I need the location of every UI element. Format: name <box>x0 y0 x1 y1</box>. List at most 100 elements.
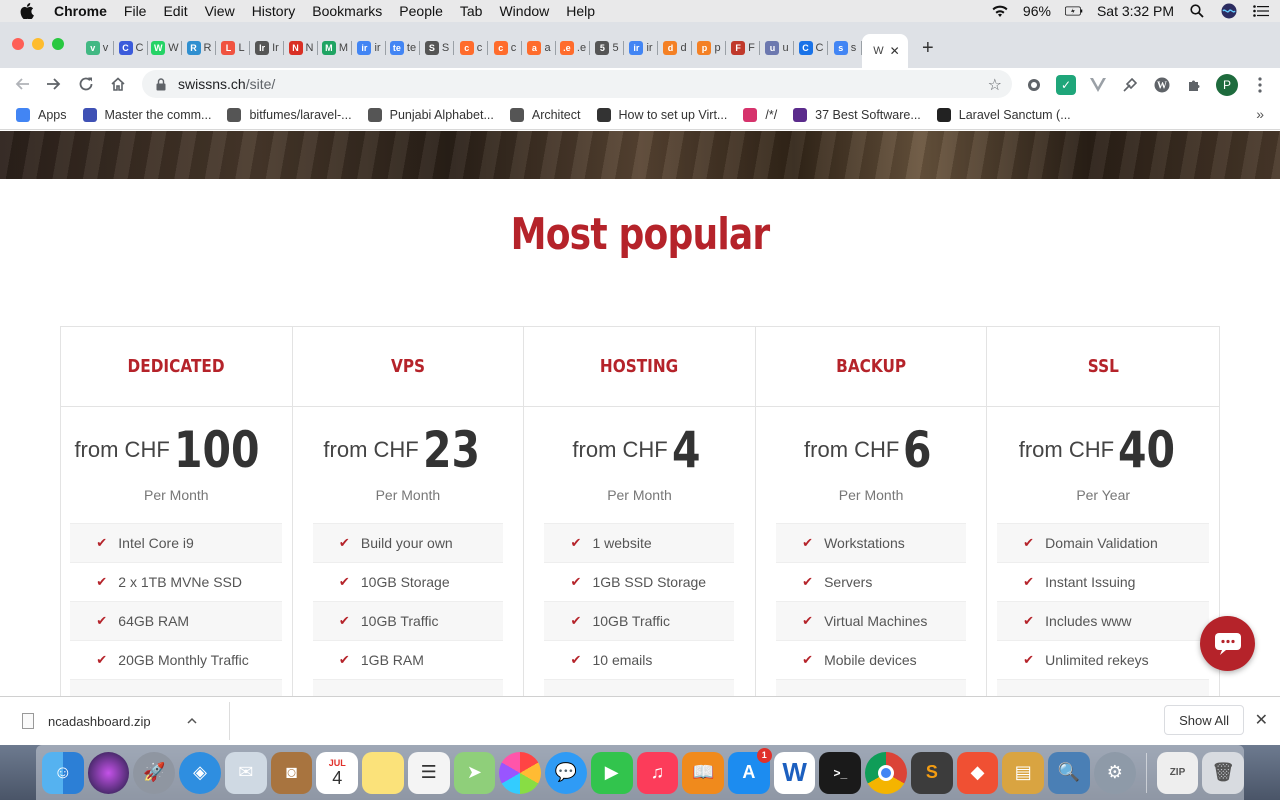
launchpad-icon[interactable]: 🚀 <box>133 751 176 794</box>
music-icon[interactable]: ♫ <box>636 751 679 794</box>
browser-tab[interactable]: pp <box>692 34 726 62</box>
reminders-icon[interactable]: ☰ <box>407 751 450 794</box>
lock-icon[interactable] <box>156 77 168 91</box>
extension-vue-devtools-icon[interactable] <box>1088 75 1108 95</box>
show-all-downloads-button[interactable]: Show All <box>1164 705 1244 735</box>
bookmark-item[interactable]: /*/ <box>743 107 777 122</box>
photos-icon[interactable] <box>499 751 542 794</box>
reload-button[interactable] <box>76 74 96 94</box>
menu-file[interactable]: File <box>124 3 147 19</box>
plan-name[interactable]: HOSTING <box>524 327 755 407</box>
chrome-dock-icon[interactable] <box>865 751 907 794</box>
browser-tab[interactable]: MM <box>318 34 352 62</box>
git-client-icon[interactable]: ◆ <box>956 751 999 794</box>
bookmark-item[interactable]: Punjabi Alphabet... <box>367 107 494 122</box>
books-icon[interactable]: 📖 <box>682 751 725 794</box>
mail-bird-icon[interactable]: ✉ <box>224 751 267 794</box>
browser-tab[interactable]: cc <box>488 34 522 62</box>
battery-icon[interactable] <box>1064 3 1083 19</box>
word-icon[interactable]: W <box>773 751 816 794</box>
siri-dock-icon[interactable] <box>87 751 130 794</box>
app-store-icon[interactable]: A1 <box>728 747 772 794</box>
browser-tab[interactable]: LL <box>216 34 250 62</box>
new-tab-button[interactable]: + <box>922 37 934 60</box>
apple-menu-icon[interactable] <box>20 3 36 19</box>
menu-help[interactable]: Help <box>566 3 595 19</box>
download-options-chevron-icon[interactable] <box>187 714 197 728</box>
browser-tab[interactable]: RR <box>182 34 216 62</box>
browser-tab[interactable]: ir ir <box>352 34 386 62</box>
browser-tab[interactable]: dd <box>658 34 692 62</box>
extension-eye-icon[interactable] <box>1024 75 1044 95</box>
download-item[interactable]: ncadashboard.zip <box>22 702 230 740</box>
extensions-puzzle-icon[interactable] <box>1184 75 1204 95</box>
chat-widget-button[interactable] <box>1200 616 1255 671</box>
plan-name[interactable]: BACKUP <box>755 327 987 407</box>
bookmarks-overflow-icon[interactable]: » <box>1256 106 1264 122</box>
clock[interactable]: Sat 3:32 PM <box>1097 3 1174 19</box>
browser-tab[interactable]: FF <box>726 34 760 62</box>
contacts-icon[interactable]: ◙ <box>270 751 313 794</box>
browser-tab[interactable]: Ir Ir <box>250 34 284 62</box>
chrome-menu-icon[interactable] <box>1250 75 1270 95</box>
menu-tab[interactable]: Tab <box>460 3 483 19</box>
menu-edit[interactable]: Edit <box>163 3 187 19</box>
forward-button[interactable] <box>44 74 64 94</box>
back-button[interactable] <box>12 74 32 94</box>
extension-wordpress-icon[interactable]: W <box>1152 75 1172 95</box>
siri-icon[interactable] <box>1220 3 1238 19</box>
close-tab-icon[interactable]: ✕ <box>890 44 900 58</box>
browser-tab[interactable]: NN <box>284 34 318 62</box>
bookmark-item[interactable]: 37 Best Software... <box>793 107 921 122</box>
trash-icon[interactable]: 🗑 <box>1202 751 1245 794</box>
bookmark-item[interactable]: How to set up Virt... <box>596 107 727 122</box>
menu-history[interactable]: History <box>252 3 296 19</box>
close-downloads-bar-icon[interactable]: ✕ <box>1255 710 1268 730</box>
browser-tab[interactable]: .e .e <box>556 34 590 62</box>
browser-tab[interactable]: CC <box>114 34 148 62</box>
close-window-button[interactable] <box>12 38 24 50</box>
zoom-window-button[interactable] <box>52 38 64 50</box>
browser-tab[interactable]: cc <box>454 34 488 62</box>
active-browser-tab[interactable]: W ✕ <box>862 34 908 68</box>
menu-people[interactable]: People <box>399 3 443 19</box>
notification-center-icon[interactable] <box>1252 3 1270 19</box>
bookmark-star-icon[interactable]: ☆ <box>988 75 1002 95</box>
home-button[interactable] <box>108 74 128 94</box>
browser-tab[interactable]: te te <box>386 34 420 62</box>
calendar-icon[interactable]: JUL 4 <box>316 751 359 794</box>
menu-app-name[interactable]: Chrome <box>54 3 107 19</box>
browser-tab[interactable]: ss <box>828 34 862 62</box>
terminal-icon[interactable]: >_ <box>819 751 862 794</box>
safari-icon[interactable]: ◈ <box>179 751 221 794</box>
plan-name[interactable]: SSL <box>987 327 1219 407</box>
plan-name[interactable]: DEDICATED <box>61 327 292 407</box>
spotlight-search-icon[interactable] <box>1188 3 1206 19</box>
browser-tab[interactable]: aa <box>522 34 556 62</box>
browser-tab[interactable]: vv <box>80 34 114 62</box>
minimize-window-button[interactable] <box>32 38 44 50</box>
bookmark-item[interactable]: bitfumes/laravel-... <box>227 107 352 122</box>
plan-name[interactable]: VPS <box>292 327 524 407</box>
bookmark-item[interactable]: Master the comm... <box>82 107 211 122</box>
bookmark-item[interactable]: Apps <box>16 107 67 122</box>
browser-tab[interactable]: CC <box>794 34 828 62</box>
notes-icon[interactable] <box>362 751 404 794</box>
menu-window[interactable]: Window <box>499 3 549 19</box>
extension-eyedropper-icon[interactable] <box>1120 75 1140 95</box>
bookmark-item[interactable]: Architect <box>509 107 581 122</box>
menu-bookmarks[interactable]: Bookmarks <box>312 3 382 19</box>
finder-icon[interactable]: ☺ <box>42 751 84 794</box>
sublime-text-icon[interactable]: S <box>910 751 953 794</box>
facetime-icon[interactable]: ▶ <box>590 751 633 794</box>
messages-icon[interactable]: 💬 <box>545 751 587 794</box>
system-preferences-icon[interactable]: ⚙ <box>1093 751 1136 794</box>
url-text[interactable]: swissns.ch/site/ <box>178 76 275 92</box>
maps-icon[interactable]: ➤ <box>453 751 496 794</box>
browser-tab[interactable]: 55 <box>590 34 624 62</box>
menu-view[interactable]: View <box>205 3 235 19</box>
bookmark-item[interactable]: Laravel Sanctum (... <box>936 107 1071 122</box>
browser-tab[interactable]: WW <box>148 34 182 62</box>
extension-feedly-icon[interactable]: ✓ <box>1056 75 1076 95</box>
browser-tab[interactable]: uu <box>760 34 794 62</box>
